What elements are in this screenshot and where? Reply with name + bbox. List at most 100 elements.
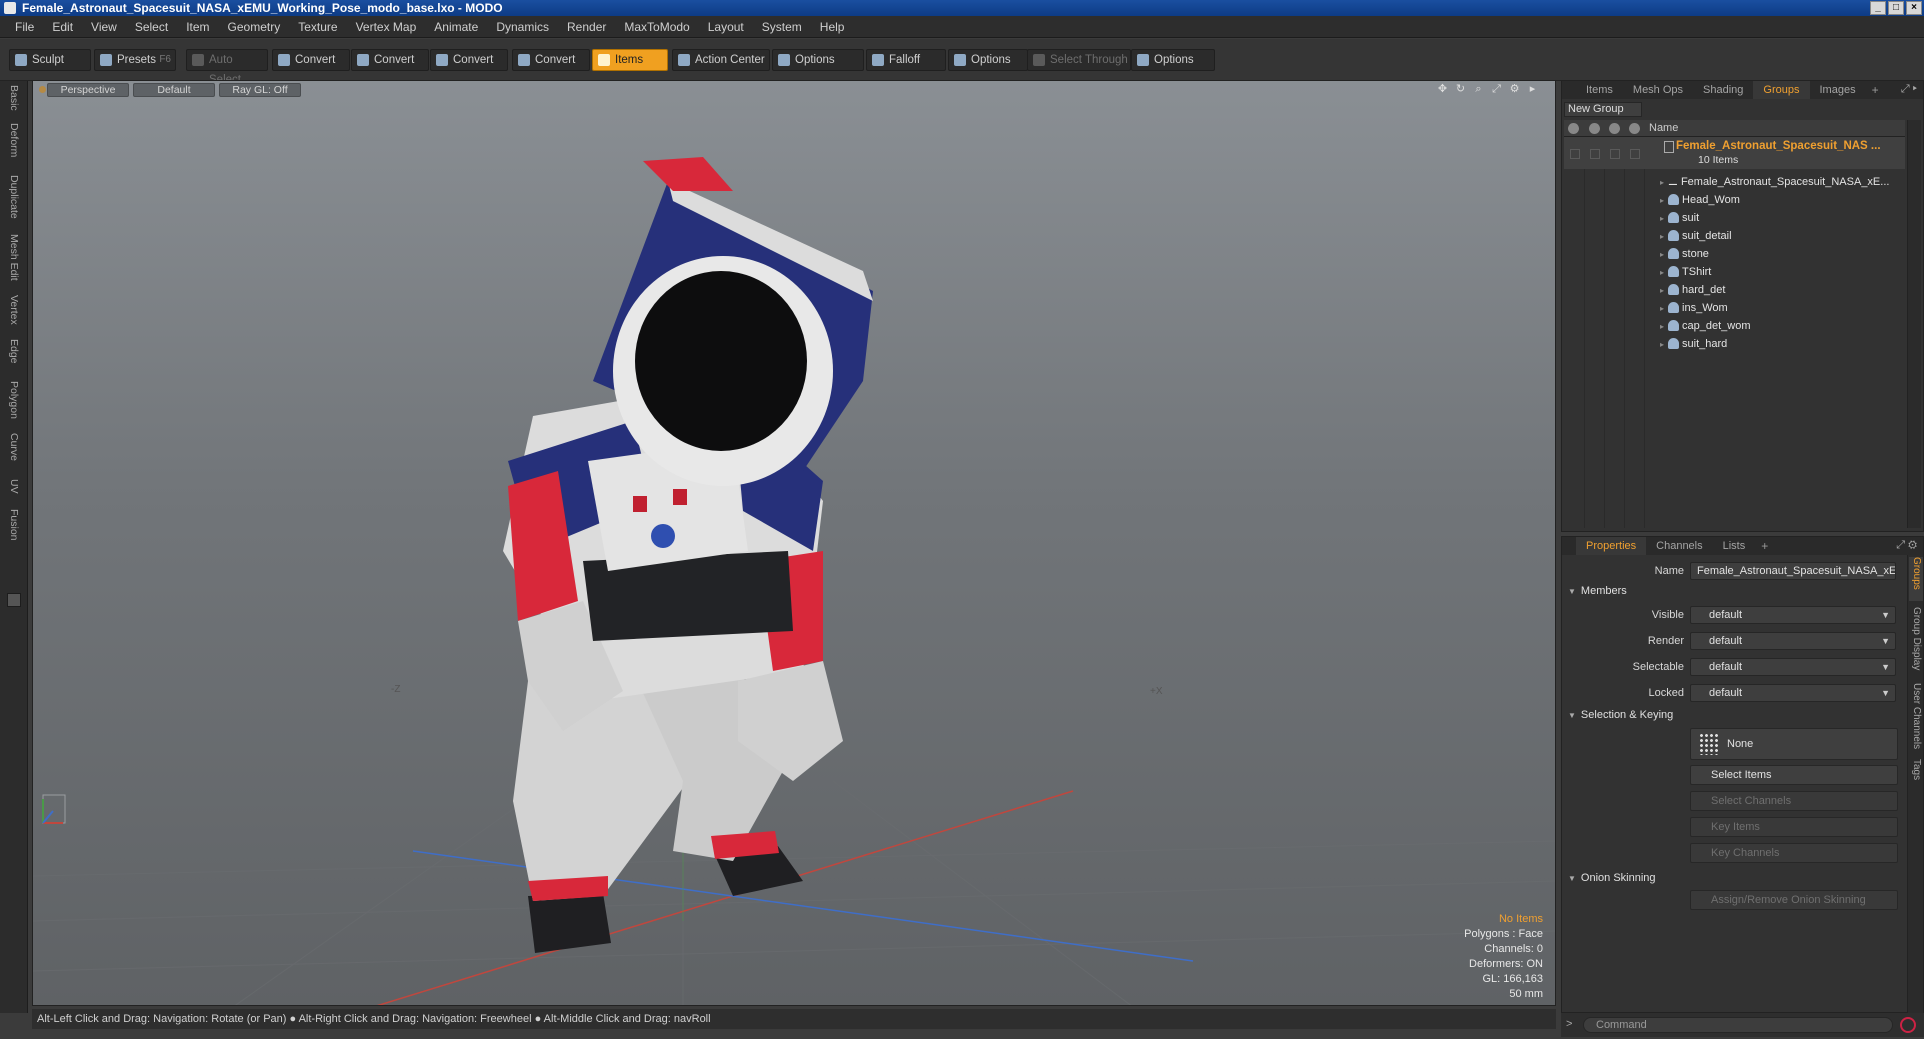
menu-vertex-map[interactable]: Vertex Map xyxy=(347,20,426,34)
convert-button-4[interactable]: Convert xyxy=(512,49,590,71)
action-center-button[interactable]: Action Center xyxy=(672,49,770,71)
items-mode-button[interactable]: Items xyxy=(592,49,668,71)
tab-edge[interactable]: Edge xyxy=(5,339,23,364)
tab-polygon[interactable]: Polygon xyxy=(5,381,23,419)
view-type-dropdown[interactable]: Perspective xyxy=(47,83,129,97)
options-button-3[interactable]: Options xyxy=(1131,49,1215,71)
select-channels-button[interactable]: Select Channels xyxy=(1690,791,1898,811)
side-tab-user-channels[interactable]: User Channels xyxy=(1909,683,1923,753)
menu-layout[interactable]: Layout xyxy=(699,20,753,34)
list-item[interactable]: ▸ suit xyxy=(1646,209,1904,227)
tab-shading[interactable]: Shading xyxy=(1693,81,1753,99)
menu-edit[interactable]: Edit xyxy=(43,20,82,34)
viewport-settings-icon[interactable]: ⚙ xyxy=(1508,83,1521,96)
list-item[interactable]: ▸ Head_Wom xyxy=(1646,191,1904,209)
zoom-icon[interactable]: ⌕ xyxy=(1472,83,1485,96)
expand-arrow-icon[interactable]: ▸ xyxy=(1660,196,1664,205)
name-column-header[interactable]: Name xyxy=(1649,122,1678,134)
pan-icon[interactable]: ✥ xyxy=(1436,83,1449,96)
assign-onion-skinning-button[interactable]: Assign/Remove Onion Skinning xyxy=(1690,890,1898,910)
onion-skinning-section[interactable]: ▼ Onion Skinning xyxy=(1568,872,1656,884)
shading-dropdown[interactable]: Default xyxy=(133,83,215,97)
select-through-button[interactable]: Select Through xyxy=(1027,49,1131,71)
tab-items[interactable]: Items xyxy=(1576,81,1623,99)
convert-button-3[interactable]: Convert xyxy=(430,49,508,71)
menu-geometry[interactable]: Geometry xyxy=(219,20,290,34)
fit-icon[interactable]: ⤢ xyxy=(1490,83,1503,96)
menu-texture[interactable]: Texture xyxy=(289,20,346,34)
list-item[interactable]: ▸ hard_det xyxy=(1646,281,1904,299)
list-item[interactable]: ▸ TShirt xyxy=(1646,263,1904,281)
menu-select[interactable]: Select xyxy=(126,20,177,34)
menu-maxtomodo[interactable]: MaxToModo xyxy=(615,20,698,34)
group-lock-toggle[interactable] xyxy=(1630,149,1640,159)
list-item[interactable]: ▸ suit_detail xyxy=(1646,227,1904,245)
name-field[interactable]: Female_Astronaut_Spacesuit_NASA_xEM xyxy=(1690,562,1896,580)
tab-curve[interactable]: Curve xyxy=(5,433,23,461)
minimize-button[interactable]: _ xyxy=(1870,1,1886,15)
convert-button-2[interactable]: Convert xyxy=(351,49,429,71)
panel-options-icon[interactable]: ⤢ ⚙ xyxy=(1896,539,1917,552)
tab-basic[interactable]: Basic xyxy=(5,85,23,111)
group-visibility-toggle[interactable] xyxy=(1570,149,1580,159)
select-items-button[interactable]: Select Items xyxy=(1690,765,1898,785)
menu-view[interactable]: View xyxy=(82,20,126,34)
convert-button-1[interactable]: Convert xyxy=(272,49,350,71)
presets-button[interactable]: Presets F6 xyxy=(94,49,176,71)
key-items-button[interactable]: Key Items xyxy=(1690,817,1898,837)
tab-mesh-ops[interactable]: Mesh Ops xyxy=(1623,81,1693,99)
items-list-scrollbar[interactable] xyxy=(1907,120,1921,528)
list-item[interactable]: ▸ stone xyxy=(1646,245,1904,263)
new-group-button[interactable]: New Group xyxy=(1564,102,1642,117)
none-button[interactable]: None xyxy=(1690,728,1898,760)
menu-file[interactable]: File xyxy=(6,20,43,34)
group-select-toggle[interactable] xyxy=(1610,149,1620,159)
selectable-select[interactable]: default ▼ xyxy=(1690,658,1896,676)
render-select[interactable]: default ▼ xyxy=(1690,632,1896,650)
options-button-2[interactable]: Options xyxy=(948,49,1028,71)
rotate-icon[interactable]: ↻ xyxy=(1454,83,1467,96)
lock-column-icon[interactable] xyxy=(1629,123,1640,134)
list-item[interactable]: ▸ ins_Wom xyxy=(1646,299,1904,317)
expand-arrow-icon[interactable]: ▸ xyxy=(1660,250,1664,259)
expand-arrow-icon[interactable]: ▸ xyxy=(1660,214,1664,223)
menu-render[interactable]: Render xyxy=(558,20,615,34)
menu-item[interactable]: Item xyxy=(177,20,218,34)
tab-deform[interactable]: Deform xyxy=(5,123,23,157)
expand-arrow-icon[interactable]: ▸ xyxy=(1660,304,1664,313)
visible-select[interactable]: default ▼ xyxy=(1690,606,1896,624)
tab-lists[interactable]: Lists xyxy=(1713,537,1756,555)
side-tab-tags[interactable]: Tags xyxy=(1909,759,1923,789)
side-tab-group-display[interactable]: Group Display xyxy=(1909,607,1923,677)
tab-groups[interactable]: Groups xyxy=(1753,81,1810,99)
list-item[interactable]: ▸ ⚊ Female_Astronaut_Spacesuit_NASA_xE... xyxy=(1646,173,1904,191)
menu-dynamics[interactable]: Dynamics xyxy=(487,20,558,34)
group-render-toggle[interactable] xyxy=(1590,149,1600,159)
falloff-button[interactable]: Falloff xyxy=(866,49,946,71)
tool-tray-toggle[interactable] xyxy=(7,593,21,607)
locked-select[interactable]: default ▼ xyxy=(1690,684,1896,702)
tab-properties[interactable]: Properties xyxy=(1576,537,1647,555)
menu-help[interactable]: Help xyxy=(811,20,854,34)
raygl-toggle[interactable]: Ray GL: Off xyxy=(219,83,301,97)
maximize-button[interactable]: □ xyxy=(1888,1,1904,15)
menu-system[interactable]: System xyxy=(753,20,811,34)
visibility-column-icon[interactable] xyxy=(1568,123,1579,134)
expand-arrow-icon[interactable]: ▸ xyxy=(1660,286,1664,295)
tab-images[interactable]: Images xyxy=(1810,81,1866,99)
tab-mesh-edit[interactable]: Mesh Edit xyxy=(5,234,23,281)
3d-viewport[interactable]: Perspective Default Ray GL: Off ✥ ↻ ⌕ ⤢ … xyxy=(32,80,1556,1006)
auto-select-button[interactable]: Auto Select xyxy=(186,49,268,86)
tab-duplicate[interactable]: Duplicate xyxy=(5,175,23,219)
expand-arrow-icon[interactable]: ▸ xyxy=(1660,322,1664,331)
expand-arrow-icon[interactable]: ▸ xyxy=(1660,340,1664,349)
add-tab-icon[interactable]: + xyxy=(1866,83,1885,97)
menu-animate[interactable]: Animate xyxy=(425,20,487,34)
members-section[interactable]: ▼ Members xyxy=(1568,585,1627,597)
tab-uv[interactable]: UV xyxy=(5,479,23,494)
viewport-menu-dot[interactable] xyxy=(39,86,46,93)
expand-arrow-icon[interactable]: ▸ xyxy=(1660,232,1664,241)
select-column-icon[interactable] xyxy=(1609,123,1620,134)
tab-channels[interactable]: Channels xyxy=(1646,537,1712,555)
command-input[interactable]: Command xyxy=(1583,1017,1893,1033)
